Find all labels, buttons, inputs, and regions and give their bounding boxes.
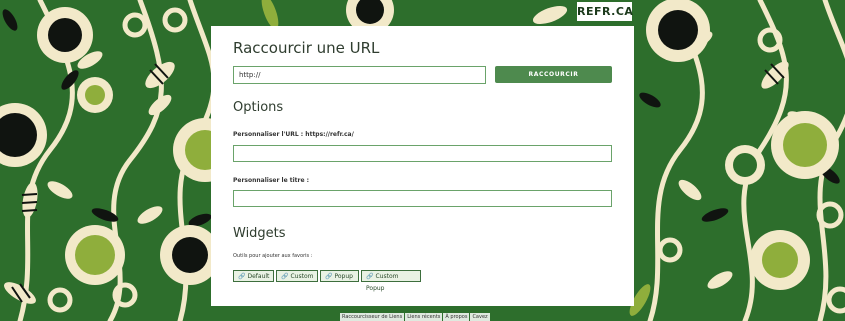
link-icon: 🔗 bbox=[325, 273, 333, 280]
footer-link-about[interactable]: À propos bbox=[443, 313, 470, 321]
main-panel: Raccourcir une URL http:// RACCOURCIR Op… bbox=[211, 26, 634, 306]
widget-popup-button[interactable]: 🔗 Popup bbox=[320, 270, 359, 282]
widget-default-button[interactable]: 🔗 Default bbox=[233, 270, 274, 282]
footer-link-shortener[interactable]: Raccourcisseur de Liens bbox=[340, 313, 405, 321]
custom-url-field[interactable] bbox=[233, 145, 612, 162]
footer-link-recent[interactable]: Liens récents bbox=[405, 313, 443, 321]
footer-links: Raccourcisseur de Liens Liens récents À … bbox=[340, 313, 491, 321]
options-heading: Options bbox=[233, 100, 284, 115]
widget-custom-button[interactable]: 🔗 Custom bbox=[276, 270, 318, 282]
custom-title-label: Personnaliser le titre : bbox=[233, 177, 310, 184]
link-icon: 🔗 bbox=[281, 273, 289, 280]
widget-custom-popup-button[interactable]: 🔗 Custom Popup bbox=[361, 270, 421, 292]
shorten-button[interactable]: RACCOURCIR bbox=[495, 66, 612, 83]
widget-popup-label: Popup bbox=[334, 273, 353, 280]
page-root: REFR.CA Raccourcir une URL http:// RACCO… bbox=[0, 0, 845, 321]
url-input[interactable]: http:// bbox=[233, 66, 486, 84]
widget-custom-label: Custom bbox=[290, 273, 314, 280]
widgets-heading: Widgets bbox=[233, 226, 286, 241]
widget-default-label: Default bbox=[247, 273, 270, 280]
custom-title-field[interactable] bbox=[233, 190, 612, 207]
link-icon: 🔗 bbox=[366, 273, 374, 280]
footer-link-extra[interactable]: Cavez bbox=[470, 313, 490, 321]
widgets-description: Outils pour ajouter aux favoris : bbox=[233, 253, 313, 259]
brand-logo[interactable]: REFR.CA bbox=[577, 2, 633, 21]
link-icon: 🔗 bbox=[238, 273, 246, 280]
shorten-title: Raccourcir une URL bbox=[233, 39, 380, 57]
custom-url-label: Personnaliser l'URL : https://refr.ca/ bbox=[233, 131, 354, 138]
